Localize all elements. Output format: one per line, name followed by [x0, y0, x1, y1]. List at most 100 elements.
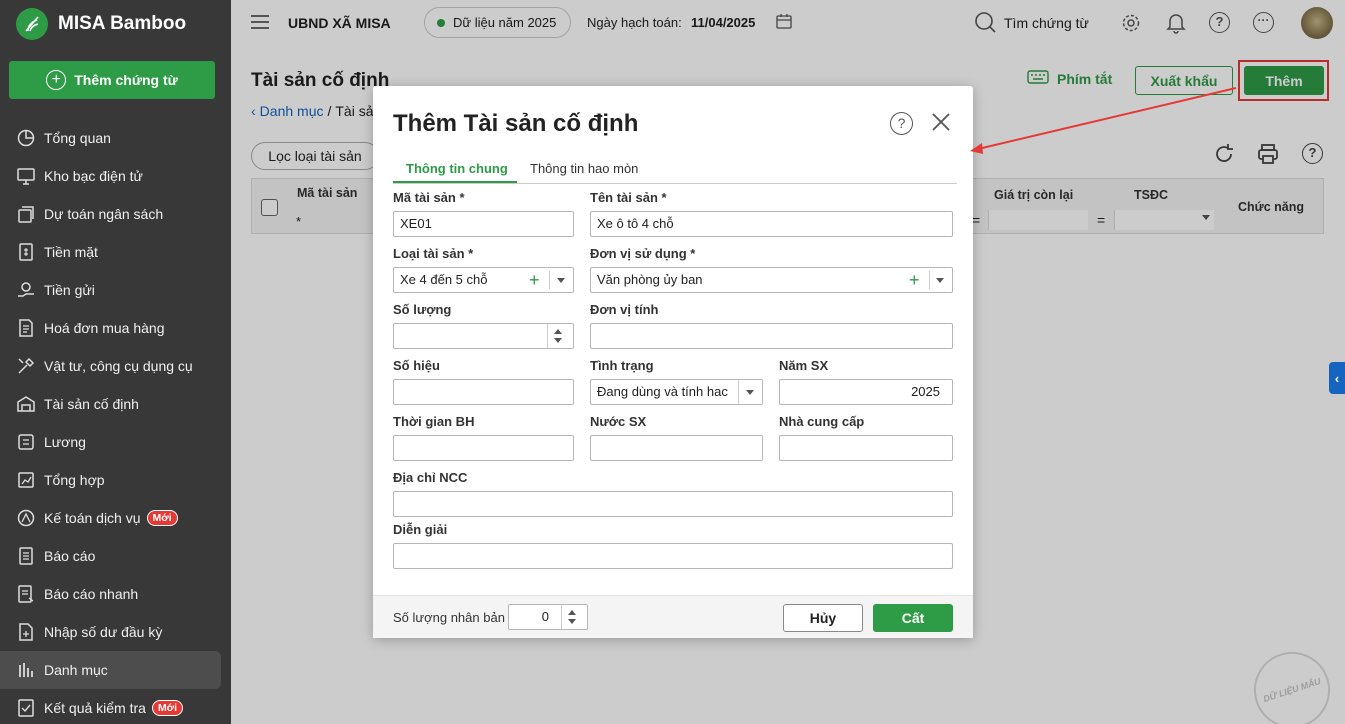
cash-icon — [16, 242, 44, 262]
stepper-down-icon[interactable] — [568, 619, 576, 624]
quick-report-icon — [16, 584, 44, 604]
stepper-down-icon[interactable] — [554, 338, 562, 343]
asset-code-label: Mã tài sản * — [393, 190, 465, 205]
sidebar-item-10[interactable]: Kế toán dịch vụ Mới — [0, 499, 231, 537]
sidebar-item-label: Dự toán ngân sách — [44, 206, 164, 222]
sidebar-item-label: Báo cáo nhanh — [44, 586, 139, 602]
pie-chart-icon — [16, 128, 44, 148]
sidebar-item-13[interactable]: Nhập số dư đầu kỳ — [0, 613, 231, 651]
service-icon — [16, 508, 44, 528]
sidebar-item-4[interactable]: Tiền gửi — [0, 271, 231, 309]
manufacture-year-label: Năm SX — [779, 358, 829, 373]
serial-input[interactable] — [393, 379, 574, 405]
sidebar: MISA Bamboo + Thêm chứng từ Tổng quan Kho… — [0, 0, 231, 724]
status-select[interactable]: Đang dùng và tính hac — [590, 379, 763, 405]
sidebar-item-6[interactable]: Vật tư, công cụ dụng cụ — [0, 347, 231, 385]
chevron-down-icon[interactable] — [557, 278, 565, 283]
sidebar-item-label: Vật tư, công cụ dụng cụ — [44, 358, 193, 374]
sidebar-item-label: Báo cáo — [44, 548, 96, 564]
uom-label: Đơn vị tính — [590, 302, 659, 317]
cancel-button[interactable]: Hủy — [783, 604, 863, 632]
close-icon[interactable] — [931, 112, 951, 135]
sidebar-item-label: Nhập số dư đầu kỳ — [44, 624, 163, 640]
quantity-stepper[interactable] — [393, 323, 574, 349]
sidebar-item-7[interactable]: Tài sản cố định — [0, 385, 231, 423]
dialog-title: Thêm Tài sản cố định — [393, 110, 639, 137]
tab-depreciation-info[interactable]: Thông tin hao mòn — [530, 161, 638, 176]
side-panel-toggle[interactable]: ‹ — [1329, 362, 1345, 394]
sidebar-item-label: Tổng quan — [44, 130, 111, 146]
using-unit-label: Đơn vị sử dụng * — [590, 246, 696, 261]
add-fixed-asset-dialog: Thêm Tài sản cố định ? Thông tin chung T… — [373, 86, 973, 638]
sidebar-item-label: Tiền mặt — [44, 244, 98, 260]
sidebar-item-label: Kế toán dịch vụ — [44, 510, 141, 526]
sidebar-item-0[interactable]: Tổng quan — [0, 119, 231, 157]
sidebar-item-label: Kho bạc điện tử — [44, 168, 143, 184]
asset-type-label: Loại tài sản * — [393, 246, 474, 261]
sidebar-item-5[interactable]: Hoá đơn mua hàng — [0, 309, 231, 347]
sidebar-item-8[interactable]: Lương — [0, 423, 231, 461]
add-asset-type-icon[interactable]: + — [529, 268, 540, 292]
supplier-label: Nhà cung cấp — [779, 414, 865, 429]
warranty-label: Thời gian BH — [393, 414, 475, 429]
asset-name-input[interactable]: Xe ô tô 4 chỗ — [590, 211, 953, 237]
new-badge: Mới — [151, 700, 184, 716]
add-voucher-button[interactable]: + Thêm chứng từ — [9, 61, 215, 99]
stepper-up-icon[interactable] — [554, 329, 562, 334]
app-logo[interactable]: MISA Bamboo — [0, 0, 231, 48]
stepper-up-icon[interactable] — [568, 610, 576, 615]
summary-icon — [16, 470, 44, 490]
sidebar-item-label: Tiền gửi — [44, 282, 95, 298]
serial-label: Số hiệu — [393, 358, 440, 373]
monitor-icon — [16, 166, 44, 186]
warranty-input[interactable] — [393, 435, 574, 461]
category-icon — [16, 660, 44, 680]
sidebar-item-3[interactable]: Tiền mặt — [0, 233, 231, 271]
salary-icon — [16, 432, 44, 452]
supplier-address-input[interactable] — [393, 491, 953, 517]
chevron-down-icon[interactable] — [936, 278, 944, 283]
asset-type-select[interactable]: Xe 4 đến 5 chỗ + — [393, 267, 574, 293]
add-using-unit-icon[interactable]: + — [909, 268, 920, 292]
sidebar-item-label: Tổng hợp — [44, 472, 105, 488]
sidebar-item-label: Danh mục — [44, 662, 108, 678]
sidebar-item-12[interactable]: Báo cáo nhanh — [0, 575, 231, 613]
new-badge: Mới — [146, 510, 178, 526]
sidebar-item-label: Lương — [44, 434, 86, 450]
asset-code-input[interactable]: XE01 — [393, 211, 574, 237]
description-input[interactable] — [393, 543, 953, 569]
chevron-down-icon — [746, 390, 754, 395]
opening-balance-icon — [16, 622, 44, 642]
dialog-help-icon[interactable]: ? — [890, 112, 913, 135]
invoice-icon — [16, 318, 44, 338]
sidebar-item-9[interactable]: Tổng hợp — [0, 461, 231, 499]
save-button[interactable]: Cất — [873, 604, 953, 632]
tab-general-info[interactable]: Thông tin chung — [406, 161, 508, 176]
country-input[interactable] — [590, 435, 763, 461]
quantity-label: Số lượng — [393, 302, 452, 317]
sidebar-nav: Tổng quan Kho bạc điện tử Dự toán ngân sác… — [0, 119, 231, 724]
duplicate-qty-stepper[interactable]: 0 — [508, 604, 588, 630]
app-name: MISA Bamboo — [58, 13, 187, 34]
using-unit-select[interactable]: Văn phòng ủy ban + — [590, 267, 953, 293]
sidebar-item-2[interactable]: Dự toán ngân sách — [0, 195, 231, 233]
sidebar-item-14[interactable]: Danh mục — [0, 651, 221, 689]
sidebar-item-15[interactable]: Kết quả kiểm tra Mới — [0, 689, 231, 724]
building-icon — [16, 394, 44, 414]
tools-icon — [16, 356, 44, 376]
sidebar-item-label: Tài sản cố định — [44, 396, 139, 412]
manufacture-year-input[interactable]: 2025 — [779, 379, 953, 405]
country-label: Nước SX — [590, 414, 647, 429]
report-icon — [16, 546, 44, 566]
asset-name-label: Tên tài sản * — [590, 190, 667, 205]
uom-input[interactable] — [590, 323, 953, 349]
tab-divider — [393, 183, 957, 184]
supplier-input[interactable] — [779, 435, 953, 461]
description-label: Diễn giải — [393, 522, 448, 537]
sidebar-item-1[interactable]: Kho bạc điện tử — [0, 157, 231, 195]
bamboo-logo-icon — [16, 8, 48, 40]
plus-circle-icon: + — [46, 70, 67, 90]
dialog-footer: Số lượng nhân bản 0 Hủy Cất — [373, 595, 973, 638]
sidebar-item-11[interactable]: Báo cáo — [0, 537, 231, 575]
deposit-icon — [16, 280, 44, 300]
